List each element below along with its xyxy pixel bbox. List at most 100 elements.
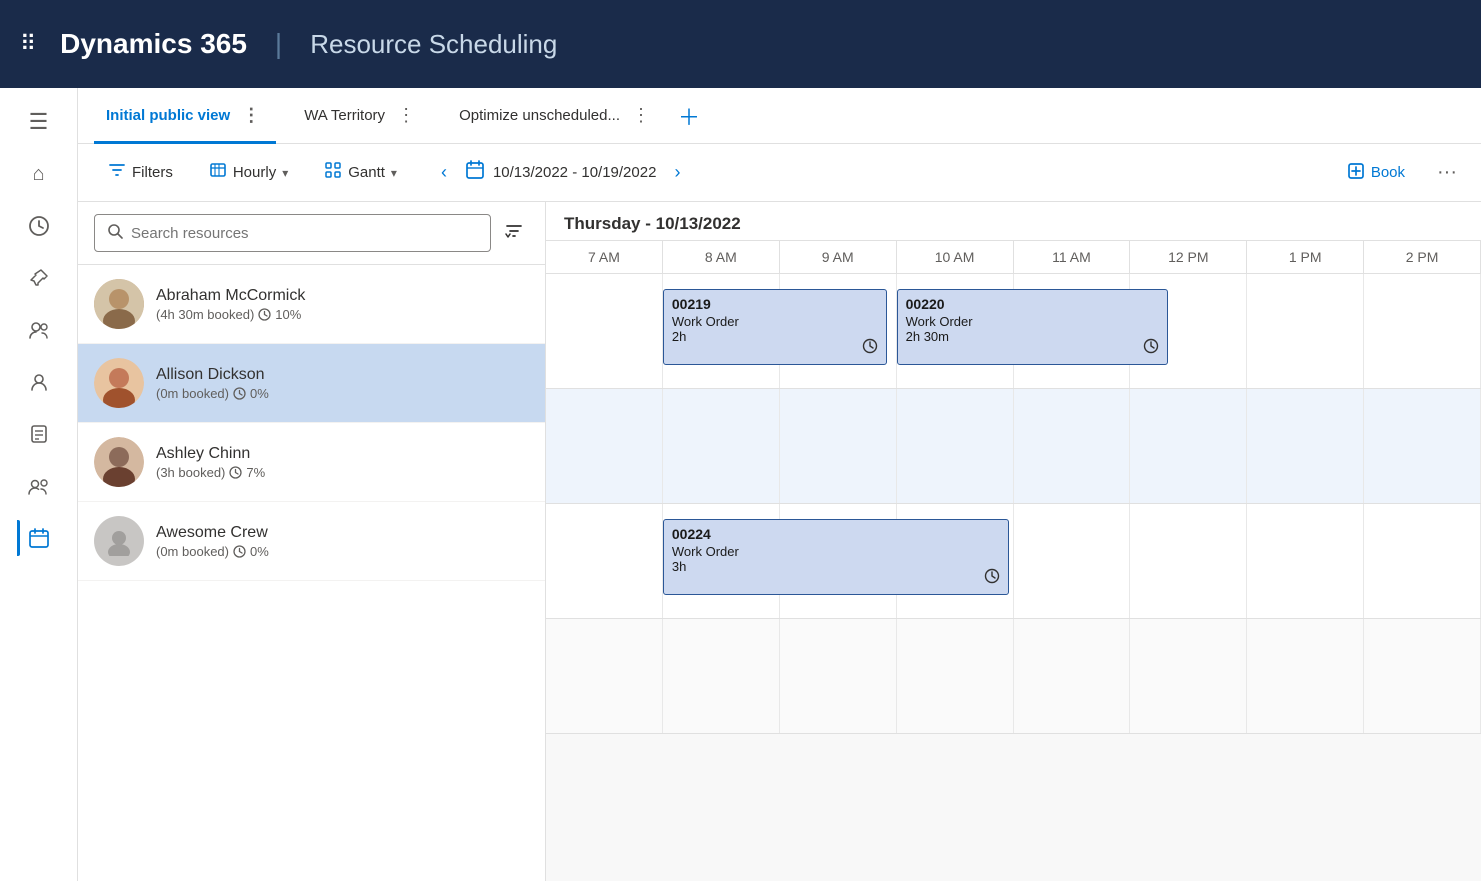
list-item[interactable]: Awesome Crew (0m booked) 0% <box>78 502 545 581</box>
hourly-label: Hourly <box>233 164 276 181</box>
wo-type: Work Order <box>906 314 1159 329</box>
gantt-cell <box>546 619 663 733</box>
gantt-cell <box>1130 504 1247 618</box>
time-slot: 2 PM <box>1364 241 1481 273</box>
search-box[interactable] <box>94 214 491 252</box>
gantt-cell <box>1247 274 1364 388</box>
search-input[interactable] <box>131 225 478 242</box>
list-item[interactable]: Allison Dickson (0m booked) 0% <box>78 344 545 423</box>
resource-utilization: 0% <box>250 386 269 401</box>
app-title: Dynamics 365 <box>60 28 247 60</box>
book-label: Book <box>1371 164 1405 181</box>
time-slot: 8 AM <box>663 241 780 273</box>
gantt-cell <box>546 504 663 618</box>
gantt-cell <box>663 619 780 733</box>
tab-optimize[interactable]: Optimize unscheduled... ⋮ <box>447 88 666 144</box>
list-item[interactable]: Ashley Chinn (3h booked) 7% <box>78 423 545 502</box>
resource-utilization: 10% <box>275 307 301 322</box>
wo-number: 00220 <box>906 296 1159 312</box>
wo-type: Work Order <box>672 314 878 329</box>
gantt-icon <box>324 161 342 184</box>
avatar <box>94 437 144 487</box>
resource-info: Awesome Crew (0m booked) 0% <box>156 524 529 559</box>
list-item[interactable]: Abraham McCormick (4h 30m booked) 10% <box>78 265 545 344</box>
wo-type: Work Order <box>672 544 1000 559</box>
wo-clock-icon <box>862 338 878 358</box>
gantt-cell <box>1364 389 1481 503</box>
top-nav: ⠿ Dynamics 365 | Resource Scheduling <box>0 0 1481 88</box>
hourly-icon <box>209 161 227 184</box>
filters-label: Filters <box>132 164 173 181</box>
gantt-date-header: Thursday - 10/13/2022 <box>546 202 1481 241</box>
gantt-cell <box>1130 389 1247 503</box>
resource-meta: (0m booked) 0% <box>156 386 529 401</box>
nav-divider: | <box>275 28 282 60</box>
tab-initial-public-view[interactable]: Initial public view ⋮ <box>94 88 276 144</box>
hourly-button[interactable]: Hourly ▾ <box>195 154 302 191</box>
time-slot: 10 AM <box>897 241 1014 273</box>
sidebar-item-calendar[interactable] <box>17 516 61 560</box>
gantt-row <box>546 619 1481 734</box>
gantt-cell <box>1014 389 1131 503</box>
search-icon <box>107 223 123 243</box>
sort-button[interactable] <box>499 216 529 251</box>
prev-arrow[interactable]: ‹ <box>427 156 461 190</box>
resource-info: Allison Dickson (0m booked) 0% <box>156 366 529 401</box>
sidebar-item-pin[interactable] <box>17 256 61 300</box>
next-arrow[interactable]: › <box>660 156 694 190</box>
toolbar: Filters Hourly ▾ Gantt ▾ ‹ <box>78 144 1481 202</box>
gantt-button[interactable]: Gantt ▾ <box>310 154 411 191</box>
gantt-cell <box>780 389 897 503</box>
resource-info: Ashley Chinn (3h booked) 7% <box>156 445 529 480</box>
filters-button[interactable]: Filters <box>94 154 187 191</box>
sidebar-item-teams[interactable] <box>17 464 61 508</box>
wo-duration: 3h <box>672 559 1000 574</box>
resource-booked: (0m booked) <box>156 544 229 559</box>
sidebar-item-resources[interactable] <box>17 308 61 352</box>
time-slot: 11 AM <box>1014 241 1131 273</box>
book-button[interactable]: Book <box>1331 155 1421 191</box>
resource-booked: (0m booked) <box>156 386 229 401</box>
wo-duration: 2h 30m <box>906 329 1159 344</box>
date-range: 10/13/2022 - 10/19/2022 <box>465 160 656 185</box>
date-range-text: 10/13/2022 - 10/19/2022 <box>493 164 656 181</box>
gantt-row: 00224 Work Order 3h <box>546 504 1481 619</box>
work-order-00224[interactable]: 00224 Work Order 3h <box>663 519 1009 595</box>
resource-booked: (4h 30m booked) <box>156 307 254 322</box>
gantt-chevron: ▾ <box>391 166 397 180</box>
wo-clock-icon <box>984 568 1000 588</box>
gantt-cell <box>1130 619 1247 733</box>
sidebar-item-menu[interactable]: ☰ <box>17 100 61 144</box>
resource-info: Abraham McCormick (4h 30m booked) 10% <box>156 287 529 322</box>
sidebar-item-contacts[interactable] <box>17 360 61 404</box>
tab-label-optimize: Optimize unscheduled... <box>459 107 620 124</box>
gantt-cell <box>1014 619 1131 733</box>
toolbar-more-button[interactable]: ··· <box>1429 157 1465 188</box>
sidebar-item-reports[interactable] <box>17 412 61 456</box>
gantt-cell <box>663 389 780 503</box>
avatar <box>94 358 144 408</box>
sidebar-item-recent[interactable] <box>17 204 61 248</box>
clock-icon <box>258 308 271 321</box>
gantt-time-header: 7 AM 8 AM 9 AM 10 AM 11 AM 12 PM 1 PM 2 … <box>546 241 1481 274</box>
work-order-00219[interactable]: 00219 Work Order 2h <box>663 289 887 365</box>
add-tab-button[interactable]: ＋ <box>678 100 700 132</box>
work-order-00220[interactable]: 00220 Work Order 2h 30m <box>897 289 1168 365</box>
resource-meta: (3h booked) 7% <box>156 465 529 480</box>
sidebar: ☰ ⌂ <box>0 88 78 881</box>
tab-more-initial[interactable]: ⋮ <box>238 105 264 126</box>
gantt-panel: Thursday - 10/13/2022 7 AM 8 AM 9 AM 10 … <box>546 202 1481 881</box>
resource-utilization: 7% <box>246 465 265 480</box>
grid-icon[interactable]: ⠿ <box>20 31 36 57</box>
main-layout: ☰ ⌂ Initial public view ⋮ <box>0 88 1481 881</box>
resource-panel: Abraham McCormick (4h 30m booked) 10% <box>78 202 546 881</box>
resource-search-bar <box>78 202 545 265</box>
tab-wa-territory[interactable]: WA Territory ⋮ <box>292 88 431 144</box>
clock-icon <box>233 545 246 558</box>
gantt-cell <box>1247 619 1364 733</box>
resource-booked: (3h booked) <box>156 465 225 480</box>
app-subtitle: Resource Scheduling <box>310 29 557 60</box>
tab-more-optimize[interactable]: ⋮ <box>628 105 654 126</box>
sidebar-item-home[interactable]: ⌂ <box>17 152 61 196</box>
tab-more-wa[interactable]: ⋮ <box>393 105 419 126</box>
